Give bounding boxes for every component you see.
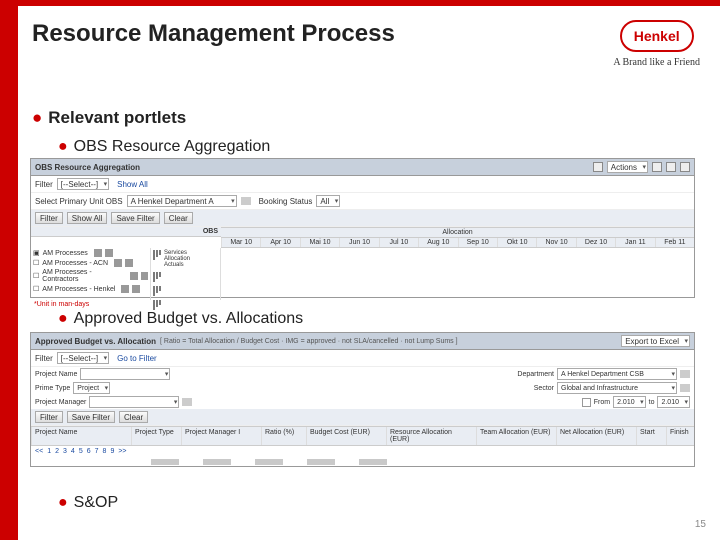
table-row[interactable]: ☐AM Processes - ACN xyxy=(31,258,150,268)
picker-icon[interactable] xyxy=(680,370,690,378)
screenshot-obs-resource-aggregation: OBS Resource Aggregation Actions Filter … xyxy=(30,158,695,298)
slide-top-line xyxy=(18,0,720,6)
maximize-icon[interactable] xyxy=(666,162,676,172)
show-all-link[interactable]: Show All xyxy=(117,180,148,189)
pager-page[interactable]: 9 xyxy=(110,448,114,455)
chart-cell xyxy=(151,284,220,298)
obs-column-header: OBS xyxy=(31,227,221,237)
booking-select[interactable]: All xyxy=(316,195,340,207)
portlet-title: Approved Budget vs. Allocation xyxy=(35,337,156,346)
actions-select[interactable]: Actions xyxy=(607,161,648,173)
table-header-row: Project Name Project Type Project Manage… xyxy=(31,426,694,446)
department-select[interactable]: A Henkel Department CSB xyxy=(557,368,677,380)
grid-body: ▣AM Processes ☐AM Processes - ACN ☐AM Pr… xyxy=(31,248,694,300)
pager-page[interactable]: 5 xyxy=(79,448,83,455)
unit-select[interactable]: A Henkel Department A xyxy=(127,195,237,207)
prime-type-select[interactable]: Project xyxy=(73,382,110,394)
slide-left-bar xyxy=(0,0,18,540)
show-all-button[interactable]: Show All xyxy=(67,212,108,224)
filter-button[interactable]: Filter xyxy=(35,212,63,224)
to-input[interactable]: 2.010 xyxy=(657,396,690,408)
saved-filter-select[interactable]: [--Select--] xyxy=(57,178,109,190)
clear-button[interactable]: Clear xyxy=(164,212,193,224)
portlet-header: Approved Budget vs. Allocation [ Ratio =… xyxy=(31,333,694,350)
bullet-dot-icon: ● xyxy=(32,108,42,127)
chart-cell: Services Allocation Actuals xyxy=(151,248,220,270)
bullet-obs-resource-aggregation: ●OBS Resource Aggregation xyxy=(58,138,270,156)
chart-cell xyxy=(151,270,220,284)
sector-select[interactable]: Global and Infrastructure xyxy=(557,382,677,394)
criteria-block: Project Name DepartmentA Henkel Departme… xyxy=(31,367,694,409)
unit-footnote: *Unit in man-days xyxy=(31,300,694,309)
clear-button[interactable]: Clear xyxy=(119,411,148,423)
bullet-sop: ●S&OP xyxy=(58,494,118,512)
saved-filter-select[interactable]: [--Select--] xyxy=(57,352,109,364)
pager-page[interactable]: 3 xyxy=(63,448,67,455)
export-select[interactable]: Export to Excel xyxy=(621,335,690,347)
filter-button-row: Filter Save Filter Clear xyxy=(31,409,694,426)
pager-page[interactable]: 2 xyxy=(55,448,59,455)
close-icon[interactable] xyxy=(680,162,690,172)
project-name-input[interactable] xyxy=(80,368,170,380)
save-filter-button[interactable]: Save Filter xyxy=(67,411,115,423)
pager-prev[interactable]: << xyxy=(35,448,43,455)
info-icon[interactable] xyxy=(593,162,603,172)
minimize-icon[interactable] xyxy=(652,162,662,172)
pager-page[interactable]: 8 xyxy=(103,448,107,455)
filter-button-row: Filter Show All Save Filter Clear xyxy=(31,210,694,227)
bullet-dot-icon: ● xyxy=(58,138,68,155)
unit-label: Select Primary Unit OBS xyxy=(35,197,123,206)
pager-page[interactable]: 7 xyxy=(95,448,99,455)
from-input[interactable]: 2.010 xyxy=(613,396,646,408)
booking-label: Booking Status xyxy=(259,197,313,206)
placeholder-row xyxy=(31,457,694,467)
pager-page[interactable]: 1 xyxy=(47,448,51,455)
month-header-row: Mar 10Apr 10Mai 10Jun 10Jul 10Aug 10Sep … xyxy=(221,238,694,248)
filter-saved-row: Filter [--Select--] Show All xyxy=(31,176,694,193)
picker-icon[interactable] xyxy=(182,398,192,406)
bullet-approved-budget: ●Approved Budget vs. Allocations xyxy=(58,310,303,328)
department-label: Department xyxy=(517,371,554,378)
bullet-dot-icon: ● xyxy=(58,310,68,327)
table-row[interactable]: ▣AM Processes xyxy=(31,248,150,258)
table-row[interactable]: ☐AM Processes - Contractors xyxy=(31,268,150,284)
pager: << 1 2 3 4 5 6 7 8 9 >> xyxy=(31,446,694,457)
portlet-subtitle: [ Ratio = Total Allocation / Budget Cost… xyxy=(160,338,458,345)
filter-button[interactable]: Filter xyxy=(35,411,63,423)
filter-saved-row: Filter [--Select--] Go to Filter xyxy=(31,350,694,367)
brand-area: Henkel A Brand like a Friend xyxy=(613,20,700,68)
portlet-header: OBS Resource Aggregation Actions xyxy=(31,159,694,176)
save-filter-button[interactable]: Save Filter xyxy=(111,212,159,224)
henkel-logo: Henkel xyxy=(620,20,694,52)
screenshot-approved-budget: Approved Budget vs. Allocation [ Ratio =… xyxy=(30,332,695,467)
project-manager-label: Project Manager xyxy=(35,399,86,406)
project-name-label: Project Name xyxy=(35,371,77,378)
goto-filter-link[interactable]: Go to Filter xyxy=(117,354,157,363)
bullet-relevant-portlets: ●Relevant portlets xyxy=(32,108,186,128)
allocation-group-header: Allocation xyxy=(221,227,694,238)
bullet-dot-icon: ● xyxy=(58,494,68,511)
prime-type-label: Prime Type xyxy=(35,385,70,392)
sector-label: Sector xyxy=(534,385,554,392)
table-row[interactable]: ☐AM Processes - Henkel xyxy=(31,284,150,294)
page-number: 15 xyxy=(695,519,706,530)
picker-icon[interactable] xyxy=(241,197,251,205)
pager-next[interactable]: >> xyxy=(118,448,126,455)
pager-page[interactable]: 4 xyxy=(71,448,75,455)
brand-tagline: A Brand like a Friend xyxy=(613,57,700,68)
slide-title: Resource Management Process xyxy=(32,20,395,48)
pager-page[interactable]: 6 xyxy=(87,448,91,455)
from-checkbox[interactable] xyxy=(582,398,591,407)
filter-criteria-row: Select Primary Unit OBS A Henkel Departm… xyxy=(31,193,694,210)
picker-icon[interactable] xyxy=(680,384,690,392)
portlet-title: OBS Resource Aggregation xyxy=(35,163,140,172)
project-manager-input[interactable] xyxy=(89,396,179,408)
